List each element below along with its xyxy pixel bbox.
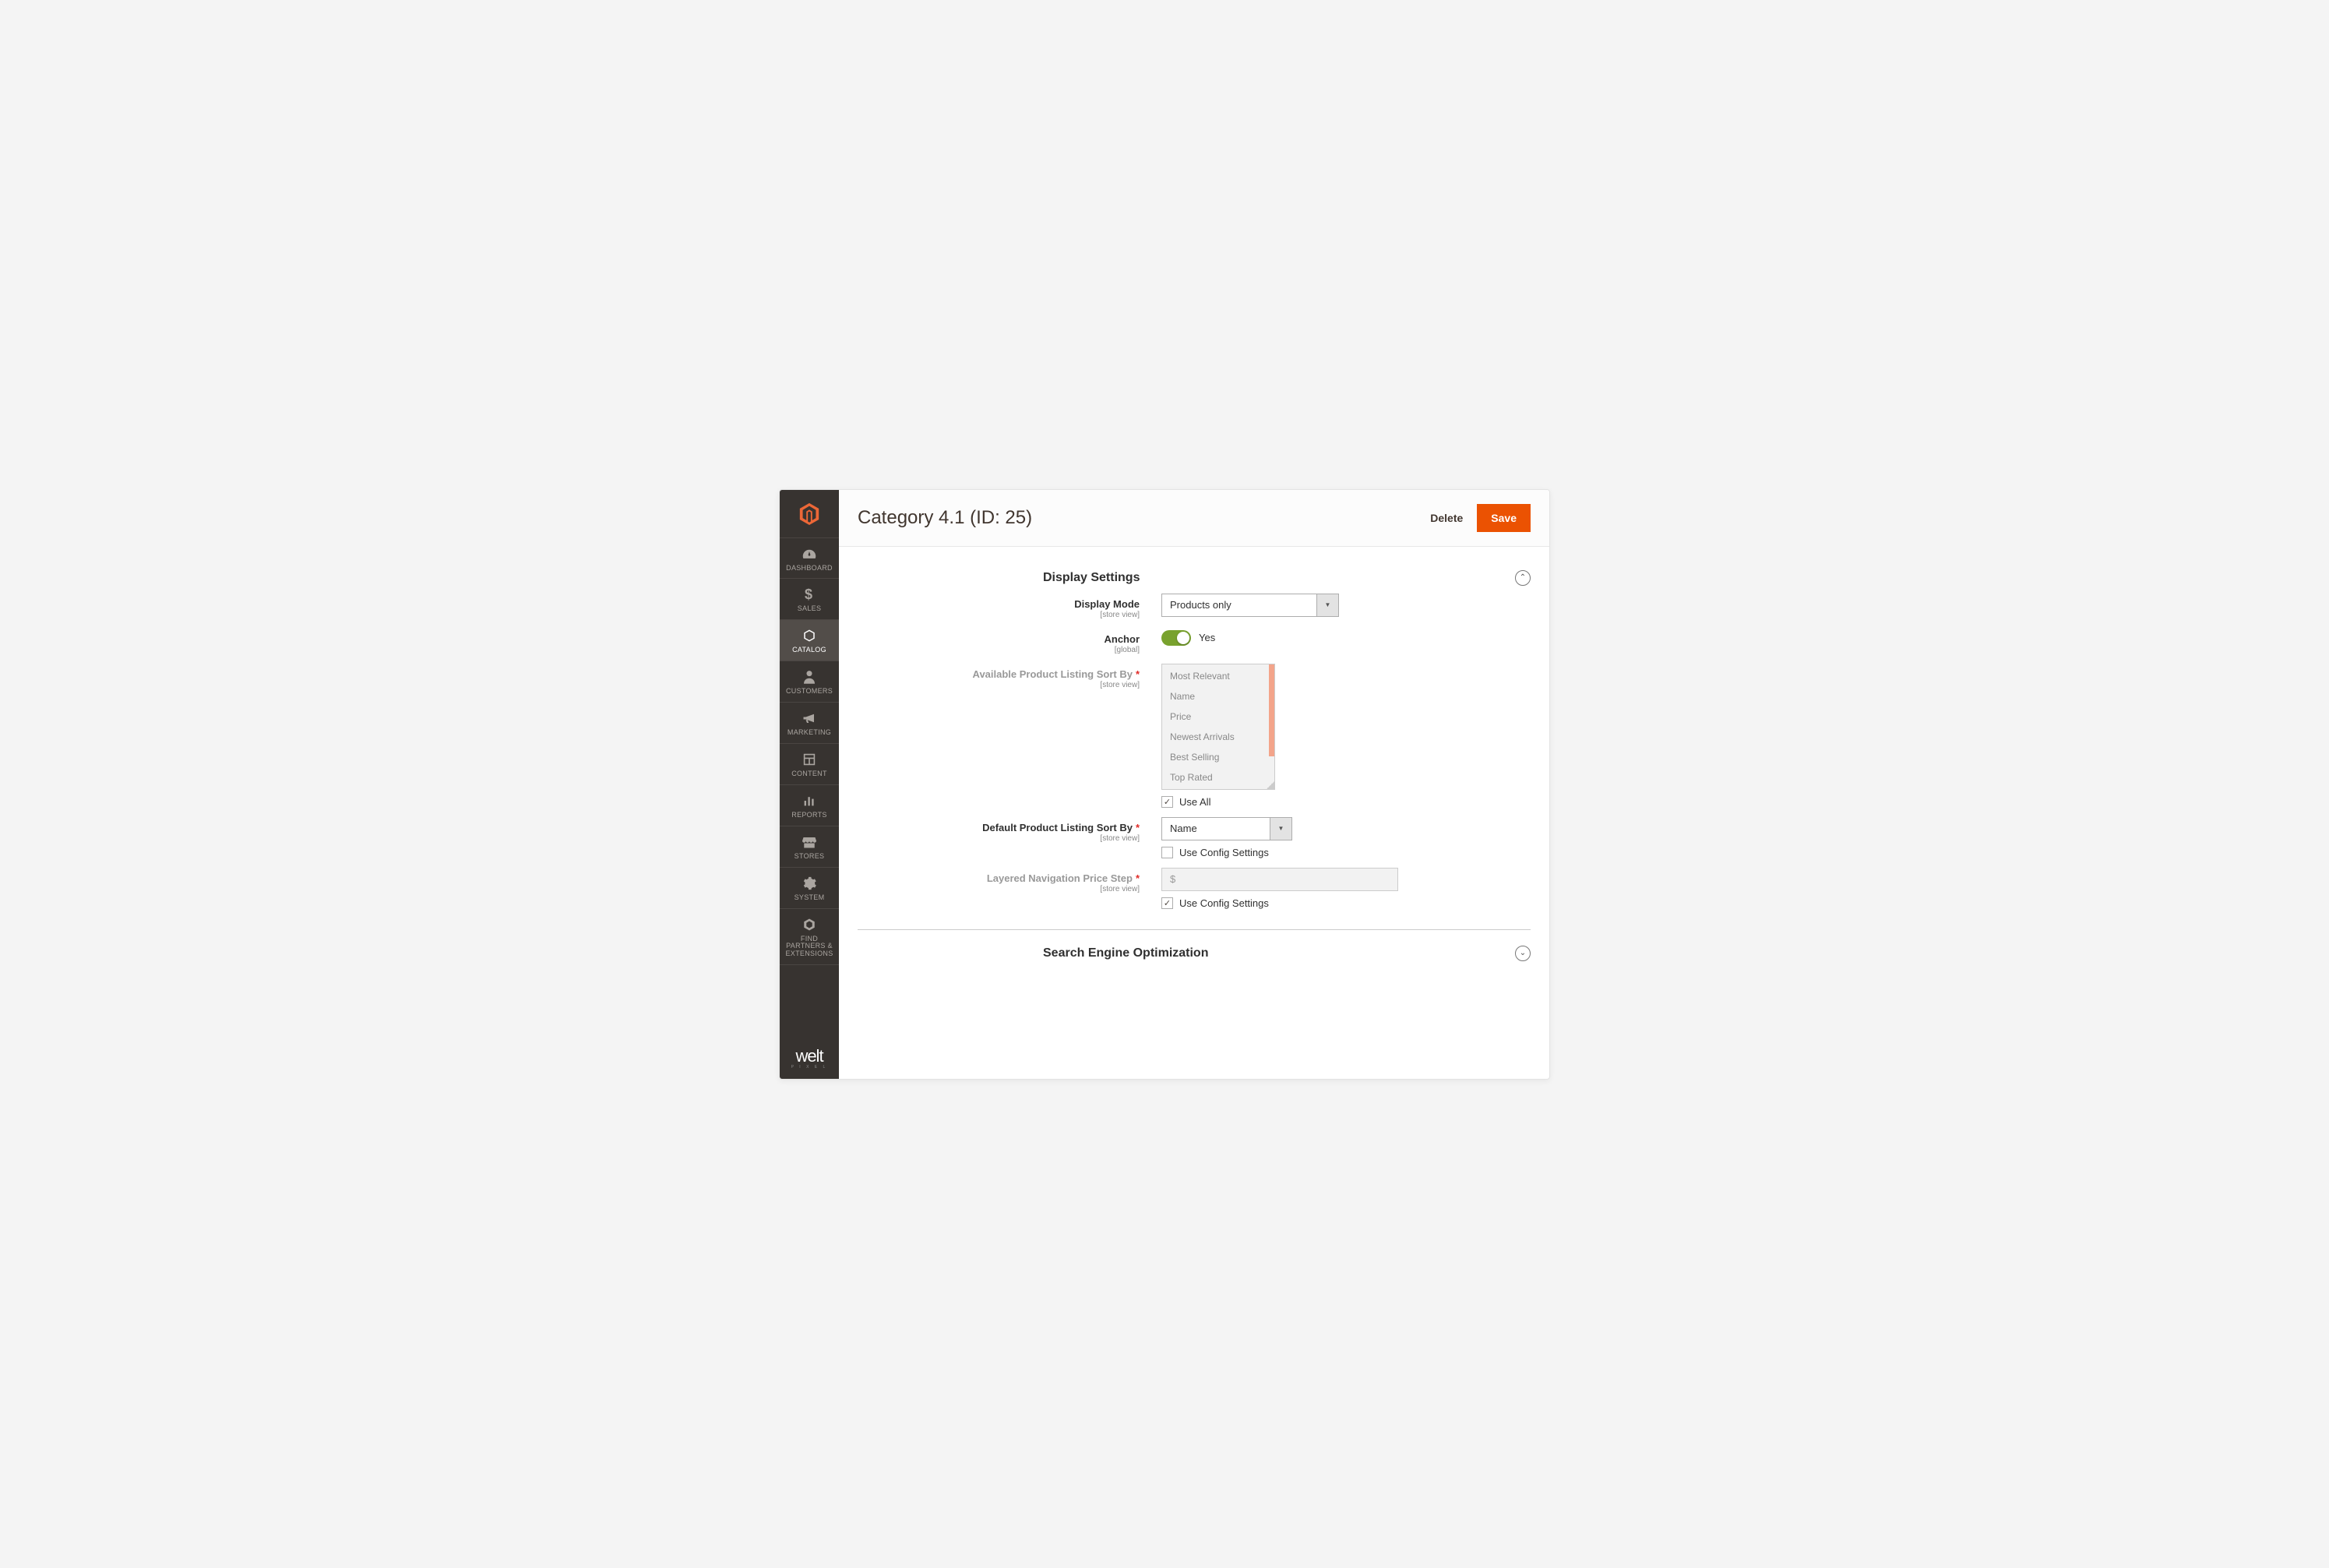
toggle-value: Yes bbox=[1199, 632, 1215, 643]
store-icon bbox=[802, 834, 816, 850]
use-config-checkbox[interactable] bbox=[1161, 897, 1173, 909]
sidebar-item-reports[interactable]: REPORTS bbox=[780, 785, 839, 826]
dashboard-icon bbox=[802, 546, 816, 562]
default-sort-label: Default Product Listing Sort By* bbox=[858, 822, 1140, 833]
listbox-option[interactable]: Most Relevant bbox=[1162, 666, 1274, 686]
sidebar-item-stores[interactable]: STORES bbox=[780, 826, 839, 868]
expand-icon[interactable]: ⌄ bbox=[1515, 946, 1531, 961]
sidebar-item-label: SALES bbox=[795, 605, 825, 613]
display-settings-section: Display Settings ⌃ Display Mode [store v… bbox=[858, 559, 1531, 930]
display-mode-select[interactable]: Products only ▼ bbox=[1161, 594, 1339, 617]
listbox-option[interactable]: Newest Arrivals bbox=[1162, 727, 1274, 747]
brand-logo: weltP I X E L bbox=[780, 1037, 839, 1079]
sidebar-item-catalog[interactable]: CATALOG bbox=[780, 620, 839, 661]
person-icon bbox=[804, 669, 815, 685]
anchor-row: Anchor [global] Yes bbox=[858, 629, 1531, 654]
chart-icon bbox=[803, 793, 816, 809]
page-title: Category 4.1 (ID: 25) bbox=[858, 507, 1430, 529]
use-config-checkbox[interactable] bbox=[1161, 847, 1173, 858]
collapse-icon[interactable]: ⌃ bbox=[1515, 570, 1531, 586]
use-all-label: Use All bbox=[1179, 796, 1210, 808]
scope-label: [store view] bbox=[858, 885, 1140, 893]
dollar-icon: $ bbox=[805, 587, 814, 602]
sidebar-item-label: STORES bbox=[791, 853, 828, 861]
display-mode-label: Display Mode bbox=[858, 598, 1140, 610]
content: Display Settings ⌃ Display Mode [store v… bbox=[839, 547, 1549, 1079]
sidebar-item-label: CUSTOMERS bbox=[783, 688, 836, 696]
default-sort-select[interactable]: Name ▼ bbox=[1161, 817, 1292, 840]
app-window: DASHBOARD $ SALES CATALOG CUSTOMERS MARK… bbox=[779, 489, 1550, 1080]
anchor-label: Anchor bbox=[858, 633, 1140, 645]
sidebar-item-label: REPORTS bbox=[788, 812, 830, 819]
sidebar-item-label: CATALOG bbox=[789, 647, 830, 654]
sidebar-item-sales[interactable]: $ SALES bbox=[780, 579, 839, 620]
header-actions: Delete Save bbox=[1430, 504, 1531, 532]
page-header: Category 4.1 (ID: 25) Delete Save bbox=[839, 490, 1549, 547]
main: Category 4.1 (ID: 25) Delete Save Displa… bbox=[839, 490, 1549, 1079]
use-config-label: Use Config Settings bbox=[1179, 847, 1269, 858]
sidebar-item-label: CONTENT bbox=[788, 770, 830, 778]
catalog-icon bbox=[802, 628, 816, 643]
section-header[interactable]: Display Settings ⌃ bbox=[858, 570, 1531, 594]
sidebar: DASHBOARD $ SALES CATALOG CUSTOMERS MARK… bbox=[780, 490, 839, 1079]
scope-label: [store view] bbox=[858, 611, 1140, 619]
chevron-down-icon: ▼ bbox=[1316, 594, 1338, 616]
price-step-input[interactable]: $ bbox=[1161, 868, 1398, 891]
scope-label: [store view] bbox=[858, 681, 1140, 689]
available-sort-row: Available Product Listing Sort By* [stor… bbox=[858, 664, 1531, 808]
listbox-option[interactable]: Price bbox=[1162, 706, 1274, 727]
use-config-label: Use Config Settings bbox=[1179, 897, 1269, 909]
scrollbar[interactable] bbox=[1269, 664, 1274, 756]
resize-handle[interactable] bbox=[1267, 781, 1274, 789]
available-sort-label: Available Product Listing Sort By* bbox=[858, 668, 1140, 680]
chevron-down-icon: ▼ bbox=[1270, 818, 1291, 840]
use-config-row: Use Config Settings bbox=[1161, 847, 1531, 858]
sidebar-item-customers[interactable]: CUSTOMERS bbox=[780, 661, 839, 703]
scope-label: [global] bbox=[858, 646, 1140, 654]
use-config-row: Use Config Settings bbox=[1161, 897, 1531, 909]
sidebar-item-dashboard[interactable]: DASHBOARD bbox=[780, 538, 839, 580]
puzzle-icon bbox=[802, 917, 816, 932]
sidebar-item-label: DASHBOARD bbox=[783, 565, 836, 573]
section-header[interactable]: Search Engine Optimization ⌄ bbox=[858, 946, 1531, 969]
sidebar-item-label: FIND PARTNERS & EXTENSIONS bbox=[780, 936, 839, 959]
sidebar-item-partners[interactable]: FIND PARTNERS & EXTENSIONS bbox=[780, 909, 839, 966]
sidebar-item-content[interactable]: CONTENT bbox=[780, 744, 839, 785]
display-mode-row: Display Mode [store view] Products only … bbox=[858, 594, 1531, 619]
price-step-label: Layered Navigation Price Step* bbox=[858, 872, 1140, 884]
use-all-checkbox[interactable] bbox=[1161, 796, 1173, 808]
anchor-toggle[interactable] bbox=[1161, 630, 1191, 646]
use-all-row: Use All bbox=[1161, 796, 1531, 808]
magento-logo[interactable] bbox=[780, 490, 839, 538]
sidebar-item-marketing[interactable]: MARKETING bbox=[780, 703, 839, 744]
svg-text:$: $ bbox=[805, 587, 812, 601]
price-step-row: Layered Navigation Price Step* [store vi… bbox=[858, 868, 1531, 909]
select-value: Name bbox=[1162, 823, 1270, 834]
save-button[interactable]: Save bbox=[1477, 504, 1531, 532]
gear-icon bbox=[802, 876, 816, 891]
section-title: Search Engine Optimization bbox=[858, 946, 1515, 960]
section-title: Display Settings bbox=[858, 571, 1515, 585]
sidebar-item-system[interactable]: SYSTEM bbox=[780, 868, 839, 909]
available-sort-listbox[interactable]: Most Relevant Name Price Newest Arrivals… bbox=[1161, 664, 1275, 790]
sidebar-item-label: SYSTEM bbox=[791, 894, 828, 902]
megaphone-icon bbox=[802, 710, 816, 726]
sidebar-item-label: MARKETING bbox=[784, 729, 834, 737]
layout-icon bbox=[803, 752, 816, 767]
select-value: Products only bbox=[1162, 599, 1316, 611]
listbox-option[interactable]: Name bbox=[1162, 686, 1274, 706]
delete-button[interactable]: Delete bbox=[1430, 512, 1463, 524]
listbox-option[interactable]: Best Selling bbox=[1162, 747, 1274, 767]
listbox-option[interactable]: Top Rated bbox=[1162, 767, 1274, 788]
default-sort-row: Default Product Listing Sort By* [store … bbox=[858, 817, 1531, 858]
scope-label: [store view] bbox=[858, 834, 1140, 843]
seo-section: Search Engine Optimization ⌄ bbox=[858, 930, 1531, 992]
